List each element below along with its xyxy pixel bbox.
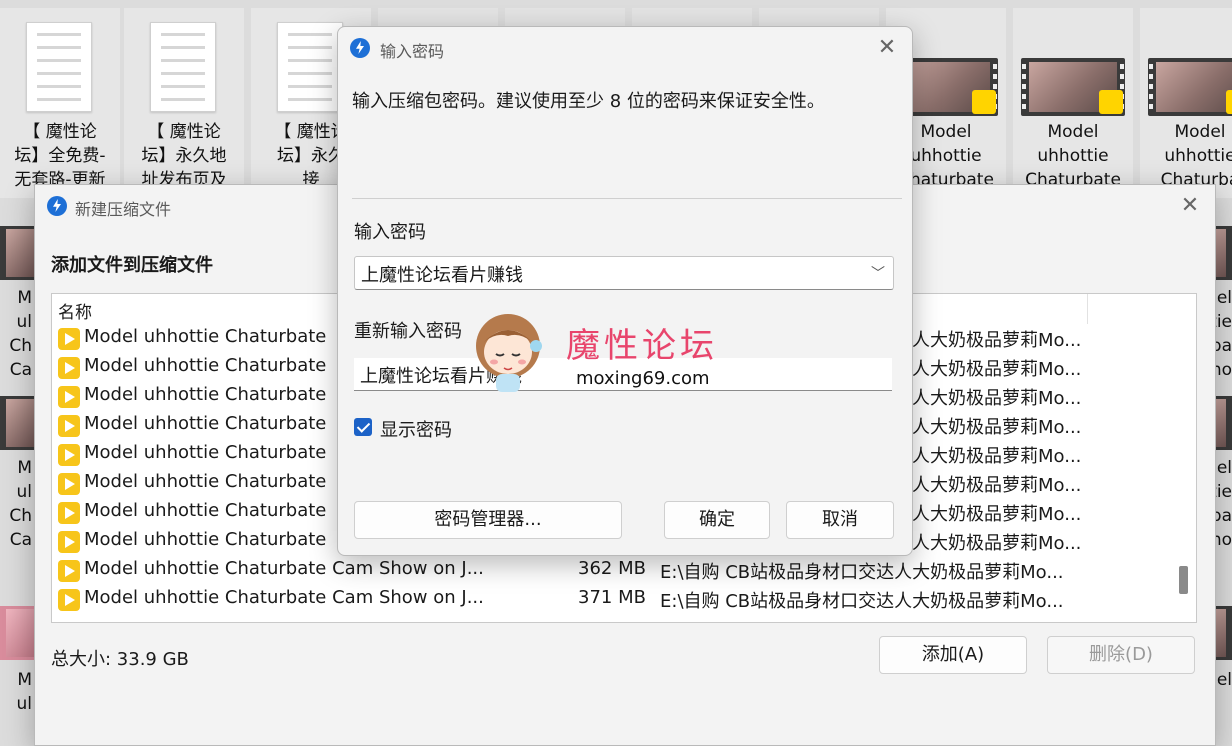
- file-name: Model uhhottie Chaturbate: [84, 442, 327, 463]
- password-value: 上魔性论坛看片赚钱: [361, 265, 523, 286]
- file-name: Model uhhottie Chaturbate: [84, 355, 327, 376]
- file-size: 371 MB: [578, 587, 646, 608]
- file-path: 人大奶极品萝莉Mo...: [912, 359, 1082, 380]
- video-file-icon: [58, 444, 80, 466]
- reenter-password-label: 重新输入密码: [354, 321, 462, 342]
- file-path: 人大奶极品萝莉Mo...: [912, 504, 1082, 525]
- file-path: E:\自购 CB站极品身材口交达人大奶极品萝莉Mo...: [660, 562, 1064, 583]
- video-thumbnail-icon: [1214, 606, 1232, 660]
- file-caption: 【 魔性论 坛】全免费- 无套路-更新: [14, 122, 106, 190]
- file-tile[interactable]: 【 魔性论 坛】永久地 址发布页及: [124, 8, 244, 198]
- file-name: Model uhhottie Chaturbate: [84, 500, 327, 521]
- watermark: 魔性论坛 moxing69.com: [470, 306, 740, 402]
- video-file-icon: [58, 502, 80, 524]
- player-badge-icon: [972, 90, 996, 114]
- password-manager-button[interactable]: 密码管理器...: [354, 501, 622, 539]
- video-file-icon: [58, 473, 80, 495]
- video-thumbnail-icon: [0, 396, 34, 450]
- show-password-label[interactable]: 显示密码: [380, 416, 452, 442]
- video-thumbnail-icon: [1214, 226, 1232, 280]
- file-path: 人大奶极品萝莉Mo...: [912, 533, 1082, 554]
- file-tile[interactable]: M ul Ch Ca: [0, 456, 34, 556]
- video-thumbnail-icon: [1148, 58, 1232, 116]
- document-icon: [150, 22, 216, 112]
- file-tile[interactable]: Model uhhottie Chaturba: [1140, 8, 1232, 198]
- file-caption: M ul Ch Ca: [9, 288, 32, 380]
- video-file-icon: [58, 357, 80, 379]
- app-icon: [47, 196, 67, 216]
- file-size: 362 MB: [578, 558, 646, 579]
- file-name: Model uhhottie Chaturbate: [84, 384, 327, 405]
- video-file-icon: [58, 560, 80, 582]
- watermark-title: 魔性论坛: [566, 326, 718, 366]
- list-item[interactable]: Model uhhottie Chaturbate Cam Show on J.…: [52, 585, 1182, 614]
- chevron-down-icon[interactable]: ﹀: [871, 263, 885, 282]
- show-password-checkbox[interactable]: [354, 418, 372, 436]
- file-caption: M ul: [16, 670, 33, 714]
- document-icon: [26, 22, 92, 112]
- file-path: 人大奶极品萝莉Mo...: [912, 330, 1082, 351]
- file-tile[interactable]: 【 魔性论 坛】全免费- 无套路-更新: [0, 8, 120, 198]
- player-badge-icon: [1226, 90, 1232, 114]
- password-combobox[interactable]: 上魔性论坛看片赚钱 ﹀: [354, 256, 894, 290]
- dialog-title: 输入密码: [380, 42, 445, 61]
- ok-button[interactable]: 确定: [664, 501, 770, 539]
- video-thumbnail-icon: [1021, 58, 1125, 116]
- video-file-icon: [58, 589, 80, 611]
- file-caption: Model uhhottie Chaturbate: [1025, 122, 1121, 190]
- file-name: Model uhhottie Chaturbate: [84, 529, 327, 550]
- file-path: 人大奶极品萝莉Mo...: [912, 475, 1082, 496]
- video-file-icon: [58, 328, 80, 350]
- file-path: 人大奶极品萝莉Mo...: [912, 388, 1082, 409]
- file-caption: 【 魔性论 坛】永久地 址发布页及: [141, 122, 227, 190]
- titlebar[interactable]: 输入密码 ✕: [338, 27, 912, 69]
- video-thumbnail-icon: [1214, 396, 1232, 450]
- video-file-icon: [58, 531, 80, 553]
- list-item[interactable]: Model uhhottie Chaturbate Cam Show on J.…: [52, 556, 1182, 585]
- file-tile[interactable]: M ul: [0, 668, 34, 714]
- player-badge-icon: [1099, 90, 1123, 114]
- video-thumbnail-icon: [0, 226, 34, 280]
- file-caption: M ul Ch Ca: [9, 458, 32, 550]
- file-name: Model uhhottie Chaturbate: [84, 413, 327, 434]
- close-icon[interactable]: ✕: [1179, 195, 1201, 217]
- file-tile[interactable]: Model uhhottie Chaturbate: [1013, 8, 1133, 198]
- add-button[interactable]: 添加(A): [879, 636, 1027, 674]
- column-header-name[interactable]: 名称: [58, 298, 92, 323]
- scrollbar-thumb[interactable]: [1179, 566, 1188, 594]
- password-dialog: 输入密码 ✕ 输入压缩包密码。建议使用至少 8 位的密码来保证安全性。 输入密码…: [337, 26, 913, 556]
- file-path: E:\自购 CB站极品身材口交达人大奶极品萝莉Mo...: [660, 591, 1064, 612]
- file-name: Model uhhottie Chaturbate: [84, 326, 327, 347]
- app-icon: [350, 38, 370, 58]
- close-icon[interactable]: ✕: [876, 37, 898, 59]
- file-path: 人大奶极品萝莉Mo...: [912, 446, 1082, 467]
- file-tile[interactable]: M ul Ch Ca: [0, 286, 34, 386]
- delete-button[interactable]: 删除(D): [1047, 636, 1195, 674]
- total-size: 总大小: 33.9 GB: [51, 649, 189, 670]
- file-name: Model uhhottie Chaturbate: [84, 471, 327, 492]
- watermark-url: moxing69.com: [576, 368, 710, 389]
- dialog-description: 输入压缩包密码。建议使用至少 8 位的密码来保证安全性。: [352, 91, 825, 112]
- section-heading: 添加文件到压缩文件: [51, 255, 213, 276]
- dialog-title: 新建压缩文件: [75, 200, 172, 219]
- column-divider[interactable]: [1087, 294, 1088, 324]
- video-file-icon: [58, 415, 80, 437]
- video-thumbnail-icon: [0, 606, 34, 660]
- cancel-button[interactable]: 取消: [786, 501, 894, 539]
- document-icon: [277, 22, 343, 112]
- file-name: Model uhhottie Chaturbate Cam Show on J.…: [84, 587, 484, 608]
- file-path: 人大奶极品萝莉Mo...: [912, 417, 1082, 438]
- password-label: 输入密码: [354, 222, 426, 243]
- video-file-icon: [58, 386, 80, 408]
- file-name: Model uhhottie Chaturbate Cam Show on J.…: [84, 558, 484, 579]
- mascot-logo: [476, 314, 542, 392]
- file-caption: Model uhhottie Chaturba: [1160, 122, 1232, 190]
- divider: [352, 198, 902, 199]
